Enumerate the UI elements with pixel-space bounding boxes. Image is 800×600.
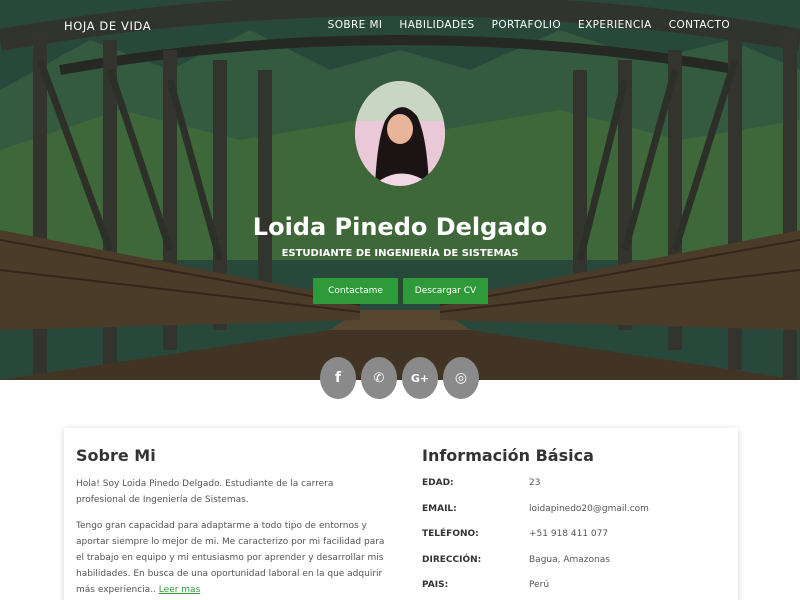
download-cv-button[interactable]: Descargar CV (403, 278, 488, 304)
google-plus-button[interactable]: G+ (402, 357, 438, 399)
whatsapp-icon: ✆ (373, 370, 385, 386)
info-value: Perú (529, 580, 550, 590)
info-label: TELÉFONO: (422, 529, 479, 539)
instagram-button[interactable]: ◎ (443, 357, 479, 399)
info-value: +51 918 411 077 (529, 529, 609, 539)
hero-section: HOJA DE VIDA SOBRE MI HABILIDADES PORTAF… (0, 0, 800, 380)
info-value: loidapinedo20@gmail.com (529, 504, 649, 514)
brand-logo[interactable]: HOJA DE VIDA (64, 19, 151, 33)
info-value: 23 (529, 478, 541, 488)
profile-photo (355, 81, 445, 186)
about-paragraph-1: Hola! Soy Loida Pinedo Delgado. Estudian… (76, 479, 334, 505)
facebook-icon: f (334, 370, 342, 386)
hero-overlay (0, 0, 800, 380)
main-nav: SOBRE MI HABILIDADES PORTAFOLIO EXPERIEN… (311, 19, 730, 31)
info-title: Información Básica (422, 446, 594, 465)
whatsapp-button[interactable]: ✆ (361, 357, 397, 399)
contact-button[interactable]: Contactame (313, 278, 398, 304)
info-label: EDAD: (422, 478, 454, 488)
nav-portafolio[interactable]: PORTAFOLIO (492, 19, 561, 31)
nav-experiencia[interactable]: EXPERIENCIA (578, 19, 652, 31)
about-title: Sobre Mi (76, 446, 156, 465)
instagram-icon: ◎ (454, 370, 468, 386)
hero-name: Loida Pinedo Delgado (252, 213, 548, 241)
info-label: DIRECCIÓN: (422, 555, 482, 565)
google-plus-icon: G+ (410, 371, 430, 385)
about-paragraph-2: Tengo gran capacidad para adaptarme a to… (76, 518, 386, 598)
about-card: Sobre Mi Hola! Soy Loida Pinedo Delgado.… (64, 428, 738, 600)
hero-subtitle: ESTUDIANTE DE INGENIERÍA DE SISTEMAS (281, 248, 519, 259)
nav-sobre-mi[interactable]: SOBRE MI (328, 19, 383, 31)
info-label: PAIS: (422, 580, 449, 590)
read-more-link[interactable]: Leer mas (159, 585, 200, 595)
profile-avatar (355, 81, 445, 186)
facebook-button[interactable]: f (320, 357, 356, 399)
info-value: Bagua, Amazonas (529, 555, 610, 565)
nav-habilidades[interactable]: HABILIDADES (399, 19, 474, 31)
nav-contacto[interactable]: CONTACTO (669, 19, 730, 31)
info-label: EMAIL: (422, 504, 457, 514)
about-paragraph-2-text: Tengo gran capacidad para adaptarme a to… (76, 521, 385, 595)
